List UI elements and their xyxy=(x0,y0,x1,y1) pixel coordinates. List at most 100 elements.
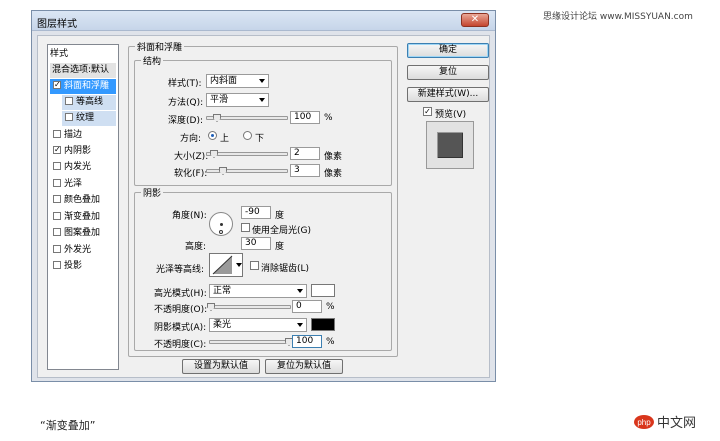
sidebar-item-inner-glow[interactable]: 内发光 xyxy=(50,160,116,175)
preview-checkbox[interactable]: ✓ xyxy=(423,107,432,116)
styles-list: 样式 混合选项:默认 ✓ 斜面和浮雕 等高线 纹理 描边 ✓ 内阴影 内发光 光泽 … xyxy=(47,44,119,370)
checkbox-stroke[interactable] xyxy=(53,129,61,138)
make-default-button[interactable]: 设置为默认值 xyxy=(182,359,260,374)
sidebar-item-contour[interactable]: 等高线 xyxy=(62,95,116,110)
altitude-label: 高度: xyxy=(185,242,207,252)
checkbox-outer-glow[interactable] xyxy=(53,244,61,253)
size-label: 大小(Z): xyxy=(174,152,209,162)
dialog-client: 样式 混合选项:默认 ✓ 斜面和浮雕 等高线 纹理 描边 ✓ 内阴影 内发光 光泽 … xyxy=(37,35,490,378)
direction-label: 方向: xyxy=(180,134,202,144)
angle-input[interactable]: -90 xyxy=(241,206,271,219)
shading-title: 阴影 xyxy=(143,189,162,199)
size-unit: 像素 xyxy=(324,152,343,162)
new-style-button[interactable]: 新建样式(W)... xyxy=(407,87,489,102)
styles-header[interactable]: 样式 xyxy=(50,47,116,62)
style-select[interactable]: 内斜面 xyxy=(206,74,269,88)
checkbox-pattern-overlay[interactable] xyxy=(53,227,61,236)
direction-up-radio[interactable] xyxy=(208,131,217,140)
highlight-color-swatch[interactable] xyxy=(311,284,335,297)
checkbox-satin[interactable] xyxy=(53,178,61,187)
svg-text:中文网: 中文网 xyxy=(657,415,696,430)
shadow-opacity-label: 不透明度(C): xyxy=(154,340,207,350)
sidebar-item-blending-options[interactable]: 混合选项:默认 xyxy=(50,63,116,78)
altitude-input[interactable]: 30 xyxy=(241,237,271,250)
sidebar-item-pattern-overlay[interactable]: 图案叠加 xyxy=(50,226,116,241)
sidebar-item-gradient-overlay[interactable]: 渐变叠加 xyxy=(50,210,116,225)
close-icon[interactable]: ✕ xyxy=(461,13,489,27)
sidebar-item-color-overlay[interactable]: 颜色叠加 xyxy=(50,193,116,208)
method-label: 方法(Q): xyxy=(168,98,204,108)
highlight-opacity-input[interactable]: 0 xyxy=(292,300,322,313)
antialias-label: 消除锯齿(L) xyxy=(261,264,310,274)
antialias-checkbox[interactable] xyxy=(250,261,259,270)
direction-up-label: 上 xyxy=(220,134,230,144)
size-slider[interactable] xyxy=(206,150,288,158)
method-select[interactable]: 平滑 xyxy=(206,93,269,107)
highlight-mode-label: 高光模式(H): xyxy=(154,289,207,299)
title-bar[interactable]: 图层样式 ✕ xyxy=(32,11,495,31)
contour-icon xyxy=(212,255,233,275)
sidebar-item-bevel-emboss[interactable]: ✓ 斜面和浮雕 xyxy=(50,79,116,94)
sidebar-item-texture[interactable]: 纹理 xyxy=(62,111,116,126)
depth-label: 深度(D): xyxy=(168,116,203,126)
php-cn-logo: php 中文网 xyxy=(634,415,696,430)
watermark: 思缘设计论坛 www.MISSYUAN.com xyxy=(543,12,693,22)
altitude-unit: 度 xyxy=(275,242,285,252)
svg-text:php: php xyxy=(637,418,651,427)
gloss-contour-picker[interactable] xyxy=(209,253,243,277)
angle-unit: 度 xyxy=(275,211,285,221)
soften-label: 软化(F): xyxy=(174,169,208,179)
chevron-down-icon xyxy=(259,98,265,102)
highlight-mode-select[interactable]: 正常 xyxy=(209,284,307,298)
checkbox-inner-glow[interactable] xyxy=(53,161,61,170)
sidebar-item-stroke[interactable]: 描边 xyxy=(50,128,116,143)
highlight-opacity-slider[interactable] xyxy=(207,303,291,311)
highlight-opacity-unit: % xyxy=(326,302,335,312)
chevron-down-icon xyxy=(297,289,303,293)
soften-unit: 像素 xyxy=(324,169,343,179)
soften-slider[interactable] xyxy=(206,167,288,175)
checkbox-contour[interactable] xyxy=(65,96,73,105)
size-input[interactable]: 2 xyxy=(290,147,320,160)
checkbox-color-overlay[interactable] xyxy=(53,194,61,203)
checkbox-inner-shadow[interactable]: ✓ xyxy=(53,145,61,154)
structure-title: 结构 xyxy=(143,57,162,67)
shadow-opacity-slider[interactable] xyxy=(209,338,293,346)
reset-default-button[interactable]: 复位为默认值 xyxy=(265,359,343,374)
shadow-opacity-input[interactable]: 100 xyxy=(292,335,322,348)
sidebar-item-inner-shadow[interactable]: ✓ 内阴影 xyxy=(50,144,116,159)
direction-down-radio[interactable] xyxy=(243,131,252,140)
preview-label: 预览(V) xyxy=(435,110,467,120)
shadow-opacity-unit: % xyxy=(326,337,335,347)
depth-slider[interactable] xyxy=(206,114,288,122)
direction-down-label: 下 xyxy=(255,134,265,144)
sidebar-item-satin[interactable]: 光泽 xyxy=(50,177,116,192)
angle-label: 角度(N): xyxy=(172,211,207,221)
dialog-title: 图层样式 xyxy=(37,19,77,30)
chevron-down-icon xyxy=(297,323,303,327)
checkbox-texture[interactable] xyxy=(65,112,73,121)
reset-button[interactable]: 复位 xyxy=(407,65,489,80)
bevel-emboss-title: 斜面和浮雕 xyxy=(137,43,183,53)
angle-dial[interactable] xyxy=(209,212,233,236)
highlight-opacity-label: 不透明度(O): xyxy=(154,305,208,315)
sidebar-item-drop-shadow[interactable]: 投影 xyxy=(50,259,116,274)
shadow-mode-label: 阴影模式(A): xyxy=(154,323,207,333)
checkbox-gradient-overlay[interactable] xyxy=(53,211,61,220)
shadow-color-swatch[interactable] xyxy=(311,318,335,331)
depth-input[interactable]: 100 xyxy=(290,111,320,124)
ok-button[interactable]: 确定 xyxy=(407,43,489,58)
layer-style-dialog: 图层样式 ✕ 样式 混合选项:默认 ✓ 斜面和浮雕 等高线 纹理 描边 ✓ 内阴影 … xyxy=(31,10,496,382)
soften-input[interactable]: 3 xyxy=(290,164,320,177)
checkbox-bevel-emboss[interactable]: ✓ xyxy=(53,80,61,89)
caption: “渐变叠加” xyxy=(40,419,96,432)
depth-unit: % xyxy=(324,113,333,123)
chevron-down-icon xyxy=(259,79,265,83)
global-light-checkbox[interactable] xyxy=(241,223,250,232)
checkbox-drop-shadow[interactable] xyxy=(53,260,61,269)
preview-swatch xyxy=(437,132,463,158)
chevron-down-icon xyxy=(236,263,242,267)
sidebar-item-outer-glow[interactable]: 外发光 xyxy=(50,243,116,258)
style-label: 样式(T): xyxy=(168,79,202,89)
shadow-mode-select[interactable]: 柔光 xyxy=(209,318,307,332)
